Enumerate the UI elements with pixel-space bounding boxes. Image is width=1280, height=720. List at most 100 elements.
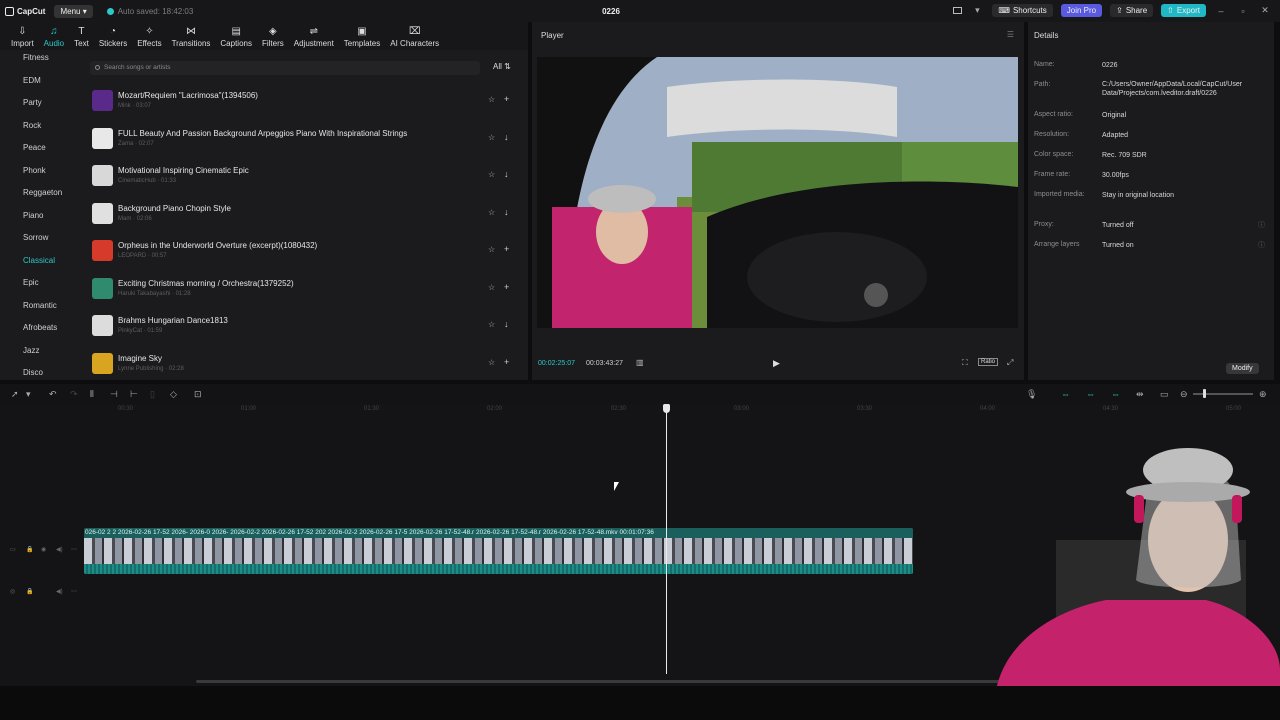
- export-button[interactable]: ⇧ Export: [1161, 4, 1206, 17]
- zoom-slider[interactable]: [1193, 393, 1253, 395]
- tab-ai-characters[interactable]: ⌧ AI Characters: [385, 26, 444, 50]
- modify-button[interactable]: Modify: [1226, 363, 1259, 374]
- fit-screen-icon[interactable]: ⛶: [962, 358, 968, 368]
- favorite-star-icon[interactable]: ☆: [488, 95, 495, 104]
- track-cover-icon[interactable]: ▭: [10, 546, 16, 553]
- song-item[interactable]: Motivational Inspiring Cinematic Epic Cin…: [90, 161, 520, 193]
- audio-track-icon[interactable]: ◎: [10, 588, 15, 595]
- song-item[interactable]: Background Piano Chopin Style Mam · 02:06…: [90, 199, 520, 231]
- close-icon[interactable]: ✕: [1258, 5, 1272, 16]
- lock-icon[interactable]: 🔒: [26, 546, 33, 553]
- playhead-handle[interactable]: [662, 404, 670, 413]
- layout-dropdown-icon[interactable]: ▾: [970, 5, 984, 16]
- zoom-slider-knob[interactable]: [1203, 389, 1206, 398]
- delete-icon[interactable]: ▯: [150, 389, 155, 400]
- delete-left-icon[interactable]: ⊣: [110, 389, 118, 400]
- favorite-star-icon[interactable]: ☆: [488, 358, 495, 367]
- maximize-icon[interactable]: ▫: [1236, 6, 1250, 16]
- category-peace[interactable]: Peace: [0, 140, 84, 163]
- favorite-star-icon[interactable]: ☆: [488, 283, 495, 292]
- play-button[interactable]: ▶: [773, 358, 780, 369]
- category-piano[interactable]: Piano: [0, 208, 84, 231]
- caption-icon[interactable]: ▭: [1160, 389, 1169, 400]
- song-item[interactable]: Imagine Sky Lynne Publishing · 02:28 ☆ +: [90, 349, 520, 381]
- favorite-star-icon[interactable]: ☆: [488, 208, 495, 217]
- tab-stickers[interactable]: ◔ Stickers: [94, 26, 132, 50]
- visibility-icon[interactable]: ◉: [41, 546, 46, 553]
- tab-import[interactable]: ⇩ Import: [6, 26, 39, 50]
- song-item[interactable]: Brahms Hungarian Dance1813 PinkyCat · 01:…: [90, 311, 520, 343]
- category-party[interactable]: Party: [0, 95, 84, 118]
- download-icon[interactable]: ↓: [504, 132, 509, 142]
- minimize-icon[interactable]: –: [1214, 6, 1228, 16]
- select-dropdown-icon[interactable]: ▾: [26, 389, 31, 400]
- tab-audio[interactable]: ♫ Audio: [39, 26, 69, 50]
- category-jazz[interactable]: Jazz: [0, 343, 84, 366]
- zoom-out-icon[interactable]: ⊖: [1180, 389, 1188, 400]
- add-icon[interactable]: +: [504, 244, 509, 254]
- timeline-scrollbar[interactable]: [196, 680, 1022, 683]
- more-icon[interactable]: ⋯: [71, 546, 77, 553]
- song-item[interactable]: Exciting Christmas morning / Orchestra(1…: [90, 274, 520, 306]
- playhead[interactable]: [665, 404, 667, 674]
- download-icon[interactable]: ↓: [504, 319, 509, 329]
- download-icon[interactable]: ↓: [504, 169, 509, 179]
- tab-text[interactable]: T Text: [69, 26, 94, 50]
- category-rock[interactable]: Rock: [0, 118, 84, 141]
- tab-effects[interactable]: ✧ Effects: [132, 26, 166, 50]
- delete-right-icon[interactable]: ⊢: [130, 389, 138, 400]
- favorite-star-icon[interactable]: ☆: [488, 170, 495, 179]
- ratio-button[interactable]: Ratio: [978, 358, 999, 366]
- category-phonk[interactable]: Phonk: [0, 163, 84, 186]
- tab-filters[interactable]: ◈ Filters: [257, 26, 289, 50]
- help-icon[interactable]: ⓘ: [1258, 240, 1265, 250]
- shortcuts-button[interactable]: ⌨ Shortcuts: [992, 4, 1053, 17]
- category-sorrow[interactable]: Sorrow: [0, 230, 84, 253]
- microphone-icon[interactable]: 🎙: [1026, 389, 1037, 400]
- add-icon[interactable]: +: [504, 282, 509, 292]
- tab-templates[interactable]: ▣ Templates: [339, 26, 385, 50]
- audio-toggle-icon[interactable]: ◀): [56, 588, 63, 595]
- zoom-in-icon[interactable]: ⊕: [1259, 389, 1267, 400]
- filter-dropdown[interactable]: All ⇅: [493, 62, 511, 71]
- category-fitness[interactable]: Fitness: [0, 50, 84, 73]
- search-input[interactable]: Search songs or artists: [90, 61, 480, 75]
- select-tool-icon[interactable]: ➚: [11, 389, 19, 400]
- lock-icon[interactable]: 🔒: [26, 588, 33, 595]
- tab-captions[interactable]: ▤ Captions: [215, 26, 257, 50]
- split-icon[interactable]: ⫴: [90, 389, 94, 400]
- song-item[interactable]: Mozart/Requiem "Lacrimosa"(1394506) Mink …: [90, 86, 520, 118]
- preview-axis-icon[interactable]: ⇹: [1136, 389, 1144, 400]
- help-icon[interactable]: ⓘ: [1258, 220, 1265, 230]
- song-item[interactable]: FULL Beauty And Passion Background Arpeg…: [90, 124, 520, 156]
- player-menu-icon[interactable]: ☰: [1007, 30, 1014, 39]
- more-icon[interactable]: ⋯: [71, 588, 77, 595]
- category-edm[interactable]: EDM: [0, 73, 84, 96]
- category-reggaeton[interactable]: Reggaeton: [0, 185, 84, 208]
- main-track-magnet-icon[interactable]: ⇔: [1061, 389, 1070, 399]
- marker-icon[interactable]: ◇: [170, 389, 177, 400]
- category-romantic[interactable]: Romantic: [0, 298, 84, 321]
- redo-icon[interactable]: ↷: [70, 389, 78, 400]
- download-icon[interactable]: ↓: [504, 207, 509, 217]
- video-preview[interactable]: [537, 57, 1018, 328]
- tab-adjustment[interactable]: ⇌ Adjustment: [289, 26, 339, 50]
- add-icon[interactable]: +: [504, 94, 509, 104]
- linkage-icon[interactable]: ⇔: [1111, 389, 1120, 399]
- favorite-star-icon[interactable]: ☆: [488, 245, 495, 254]
- time-ruler[interactable]: 00:30 01:00 01:30 02:00 02:30 03:00 03:3…: [84, 404, 1280, 418]
- crop-icon[interactable]: ⊡: [194, 389, 202, 400]
- song-item[interactable]: Orpheus in the Underworld Overture (exce…: [90, 236, 520, 268]
- favorite-star-icon[interactable]: ☆: [488, 133, 495, 142]
- join-pro-button[interactable]: Join Pro: [1060, 4, 1103, 17]
- tab-transitions[interactable]: ⋈ Transitions: [167, 26, 216, 50]
- add-icon[interactable]: +: [504, 357, 509, 367]
- share-button[interactable]: ⇪ Share: [1110, 4, 1154, 17]
- timecode-toggle-icon[interactable]: ▥: [636, 358, 644, 367]
- menu-button[interactable]: Menu ▾: [54, 4, 93, 18]
- favorite-star-icon[interactable]: ☆: [488, 320, 495, 329]
- category-afrobeats[interactable]: Afrobeats: [0, 320, 84, 343]
- category-classical[interactable]: Classical: [0, 253, 84, 276]
- fullscreen-icon[interactable]: ⤢: [1007, 358, 1013, 368]
- video-clip-track[interactable]: 026-02 2 2 2026-02-26 17-52 2026- 2026-0…: [84, 528, 913, 574]
